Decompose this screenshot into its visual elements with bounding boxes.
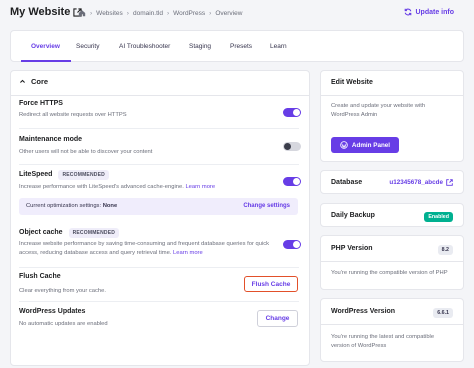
object-cache-desc: Increase website performance by saving t…	[19, 240, 287, 258]
backup-status-badge: Enabled	[424, 212, 453, 222]
breadcrumb: › Websites › domain.tld › WordPress › Ov…	[78, 9, 242, 17]
core-header[interactable]: Core	[19, 77, 48, 86]
optimization-label-text: Current optimization settings:	[26, 203, 102, 209]
recommended-badge: RECOMMENDED	[68, 228, 120, 238]
edit-website-card: Edit Website Create and update your webs…	[320, 70, 464, 162]
flush-cache-title: Flush Cache	[19, 273, 61, 280]
maintenance-title: Maintenance mode	[19, 136, 83, 143]
toggle-knob	[293, 109, 300, 116]
database-name: u12345678_abcde	[389, 179, 443, 186]
site-title-text: My Website	[10, 6, 71, 18]
force-https-title: Force HTTPS	[19, 100, 63, 107]
optimization-settings-label: Current optimization settings: None	[26, 203, 117, 209]
object-cache-learn-more-link[interactable]: Learn more	[173, 250, 203, 256]
divider	[19, 301, 299, 302]
wordpress-version-title: WordPress Version	[331, 308, 396, 315]
change-updates-button[interactable]: Change	[257, 310, 298, 327]
breadcrumb-websites[interactable]: Websites	[96, 10, 123, 17]
tab-overview[interactable]: Overview	[31, 43, 60, 50]
home-icon[interactable]	[78, 9, 86, 17]
daily-backup-title: Daily Backup	[331, 212, 375, 219]
wordpress-version-card: WordPress Version 6.6.1 You're running t…	[320, 298, 464, 362]
admin-panel-button[interactable]: Admin Panel	[331, 137, 399, 153]
breadcrumb-separator: ›	[209, 9, 212, 17]
tab-security[interactable]: Security	[76, 43, 99, 50]
admin-panel-label: Admin Panel	[351, 141, 391, 149]
divider	[321, 95, 463, 96]
tab-learn[interactable]: Learn	[270, 43, 287, 50]
optimization-value: None	[102, 203, 118, 209]
tab-staging[interactable]: Staging	[189, 43, 211, 50]
refresh-icon	[404, 8, 411, 16]
tab-ai-troubleshooter[interactable]: AI Troubleshooter	[119, 43, 170, 50]
recommended-badge: RECOMMENDED	[58, 170, 109, 180]
divider	[19, 164, 299, 165]
php-version-title: PHP Version	[331, 245, 373, 252]
wordpress-version-badge: 6.6.1	[433, 308, 453, 318]
breadcrumb-wordpress[interactable]: WordPress	[173, 10, 205, 17]
wordpress-icon	[340, 141, 348, 149]
force-https-desc: Redirect all website requests over HTTPS	[19, 112, 127, 118]
php-version-desc: You're running the compatible version of…	[331, 270, 448, 276]
toggle-knob	[293, 178, 300, 185]
maintenance-desc: Other users will not be able to discover…	[19, 149, 153, 155]
divider	[19, 267, 299, 268]
toggle-knob	[293, 241, 300, 248]
edit-website-title: Edit Website	[331, 79, 373, 86]
litespeed-toggle[interactable]	[283, 177, 301, 186]
wp-updates-desc: No automatic updates are enabled	[19, 321, 108, 327]
litespeed-title: LiteSpeed RECOMMENDED	[19, 170, 109, 180]
object-cache-desc-text: Increase website performance by saving t…	[19, 241, 270, 256]
breadcrumb-domain[interactable]: domain.tld	[133, 10, 163, 17]
daily-backup-card: Daily Backup Enabled	[320, 203, 464, 227]
chevron-up-icon	[20, 79, 25, 83]
php-version-card: PHP Version 8.2 You're running the compa…	[320, 235, 464, 290]
tab-bar: Overview Security AI Troubleshooter Stag…	[10, 30, 464, 62]
flush-cache-desc: Clear everything from your cache.	[19, 288, 106, 294]
litespeed-title-text: LiteSpeed	[19, 171, 53, 178]
tab-presets[interactable]: Presets	[230, 43, 252, 50]
object-cache-toggle[interactable]	[283, 240, 301, 249]
database-link[interactable]: u12345678_abcde	[389, 179, 453, 186]
update-info-label: Update info	[415, 8, 455, 16]
litespeed-desc: Increase performance with LiteSpeed's ad…	[19, 183, 215, 192]
edit-website-desc: Create and update your website with Word…	[331, 103, 426, 118]
optimization-settings-box: Current optimization settings: None Chan…	[19, 198, 298, 215]
external-link-icon	[446, 179, 453, 186]
wordpress-version-desc: You're running the latest and compatible…	[331, 334, 435, 349]
active-tab-indicator	[21, 60, 71, 62]
top-bar: My Website › Websites › domain.tld › Wor…	[0, 0, 474, 28]
maintenance-toggle[interactable]	[283, 142, 301, 151]
breadcrumb-separator: ›	[126, 9, 129, 17]
object-cache-title-text: Object cache	[19, 229, 63, 236]
breadcrumb-separator: ›	[90, 9, 93, 17]
breadcrumb-overview: Overview	[215, 9, 243, 17]
divider	[11, 95, 309, 96]
litespeed-learn-more-link[interactable]: Learn more	[185, 184, 215, 190]
change-settings-link[interactable]: Change settings	[243, 203, 290, 209]
divider	[321, 261, 463, 262]
flush-cache-button[interactable]: Flush Cache	[244, 276, 298, 292]
database-title: Database	[331, 179, 363, 186]
toggle-knob	[284, 143, 291, 150]
update-info-button[interactable]: Update info	[404, 8, 455, 16]
object-cache-title: Object cache RECOMMENDED	[19, 228, 120, 238]
php-version-badge: 8.2	[437, 245, 453, 255]
force-https-toggle[interactable]	[283, 108, 301, 117]
breadcrumb-separator: ›	[166, 9, 170, 17]
wp-updates-title: WordPress Updates	[19, 308, 86, 315]
site-title: My Website	[10, 6, 82, 18]
litespeed-desc-text: Increase performance with LiteSpeed's ad…	[19, 184, 184, 190]
divider	[19, 128, 299, 129]
divider	[321, 324, 463, 325]
database-card: Database u12345678_abcde	[320, 170, 464, 194]
core-title: Core	[31, 77, 49, 86]
